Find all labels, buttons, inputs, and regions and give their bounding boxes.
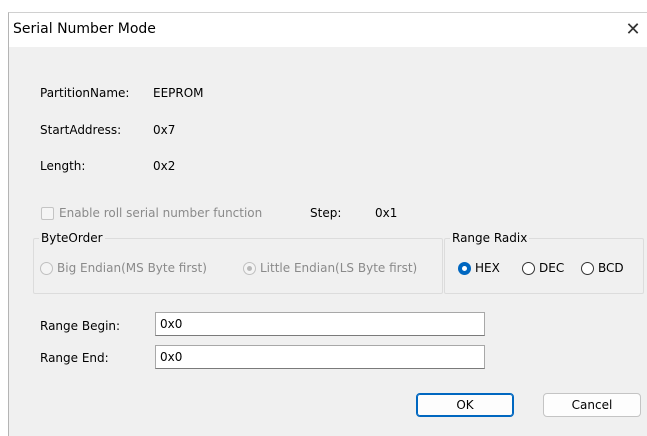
range-radix-title: Range Radix <box>450 231 530 245</box>
dec-radio-dot[interactable] <box>522 261 535 275</box>
byte-order-title: ByteOrder <box>39 231 105 245</box>
partition-name-label: PartitionName: <box>40 86 130 100</box>
hex-radio-dot[interactable] <box>458 261 471 275</box>
hex-radio[interactable]: HEX <box>458 261 500 275</box>
little-endian-radio-dot[interactable] <box>243 261 256 275</box>
length-label: Length: <box>40 159 86 173</box>
range-end-input[interactable] <box>155 345 485 369</box>
ok-button[interactable]: OK <box>416 393 514 417</box>
close-icon[interactable]: ✕ <box>619 13 647 47</box>
big-endian-label: Big Endian(MS Byte first) <box>57 261 207 275</box>
hex-label: HEX <box>475 261 500 275</box>
step-label: Step: <box>310 206 342 220</box>
start-address-value: 0x7 <box>153 123 176 137</box>
range-end-label: Range End: <box>40 351 109 365</box>
roll-serial-label: Enable roll serial number function <box>59 206 263 220</box>
dialog-title: Serial Number Mode <box>13 21 156 37</box>
range-begin-input[interactable] <box>155 312 485 336</box>
dec-radio[interactable]: DEC <box>522 261 564 275</box>
little-endian-radio[interactable]: Little Endian(LS Byte first) <box>243 261 417 275</box>
bcd-label: BCD <box>598 261 624 275</box>
dec-label: DEC <box>539 261 565 275</box>
roll-serial-checkbox[interactable] <box>41 206 54 220</box>
range-radix-group: Range Radix HEX DEC BCD <box>444 231 644 294</box>
bcd-radio[interactable]: BCD <box>581 261 624 275</box>
roll-serial-checkbox-row[interactable]: Enable roll serial number function <box>41 206 262 220</box>
range-begin-label: Range Begin: <box>40 319 121 333</box>
big-endian-radio[interactable]: Big Endian(MS Byte first) <box>40 261 207 275</box>
serial-number-dialog: Serial Number Mode ✕ PartitionName: EEPR… <box>8 12 647 436</box>
byte-order-group: ByteOrder Big Endian(MS Byte first) Litt… <box>33 231 443 294</box>
big-endian-radio-dot[interactable] <box>40 261 53 275</box>
title-bar[interactable]: Serial Number Mode ✕ <box>9 13 647 47</box>
length-value: 0x2 <box>153 159 176 173</box>
little-endian-label: Little Endian(LS Byte first) <box>260 261 418 275</box>
cancel-button[interactable]: Cancel <box>543 393 641 417</box>
partition-name-value: EEPROM <box>153 86 204 100</box>
start-address-label: StartAddress: <box>40 123 122 137</box>
bcd-radio-dot[interactable] <box>581 261 594 275</box>
step-value: 0x1 <box>375 206 398 220</box>
